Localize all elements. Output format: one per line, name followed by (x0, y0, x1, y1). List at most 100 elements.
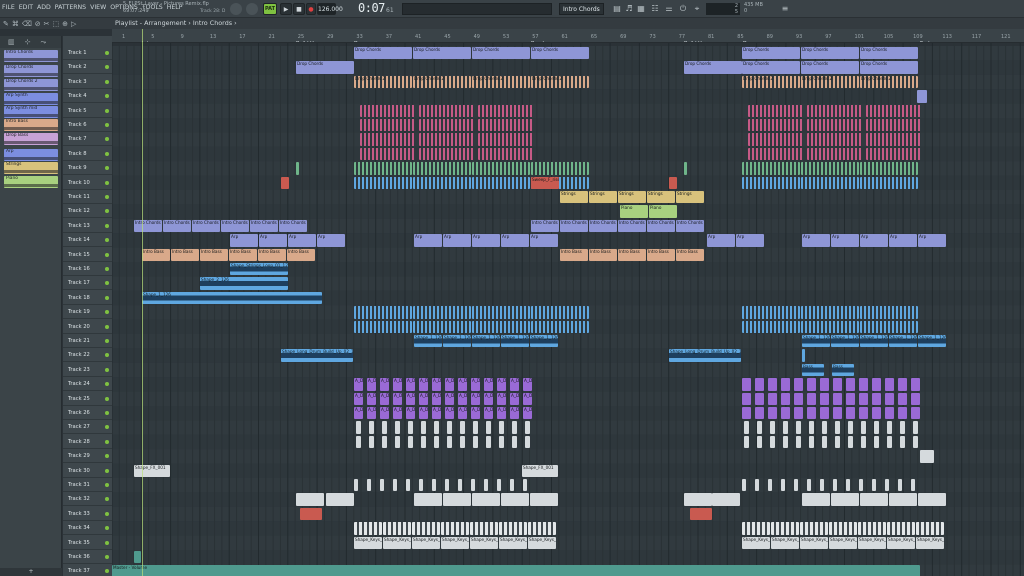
track-header[interactable]: Track 5 (63, 104, 112, 118)
playlist-clip[interactable]: A_D (367, 407, 376, 420)
playlist-clip[interactable]: Drop Chords 2 (413, 75, 471, 89)
playlist-clip[interactable] (414, 493, 442, 506)
playlist-clip[interactable]: Shape_Keys_Loop_01_126 (354, 536, 382, 549)
playlist-clip[interactable]: A_D (484, 378, 493, 391)
playlist-clip[interactable] (473, 435, 478, 449)
playlist-clip[interactable]: Shape_1_126 (443, 335, 471, 348)
playlist-clip[interactable] (525, 421, 530, 434)
playlist-clip[interactable] (472, 320, 530, 333)
playlist-clip[interactable] (802, 349, 805, 362)
picker-clip[interactable]: Drop Chords 2 (4, 79, 58, 91)
picker-clip[interactable]: Drop Chords (4, 65, 58, 77)
playlist-clip[interactable] (848, 435, 853, 449)
delete-tool-icon[interactable]: ⌫ (22, 20, 32, 28)
playlist-clip[interactable]: Intro Bass (200, 248, 228, 261)
playlist-clip[interactable]: Shape_2_126 (200, 277, 288, 290)
playlist-clip[interactable] (360, 104, 415, 117)
mixer-icon[interactable]: ⚌ (664, 3, 674, 15)
playlist-clip[interactable]: Shape_Keys_Loop_01_126 (771, 536, 799, 549)
playlist-clip[interactable] (885, 378, 894, 391)
track-mute-led[interactable] (105, 166, 109, 171)
playlist-clip[interactable] (920, 450, 934, 463)
play-icon[interactable]: ▶ (280, 3, 292, 15)
playlist-clip[interactable] (406, 479, 410, 492)
playlist-clip[interactable]: Drop Chords 2 (860, 75, 918, 89)
playlist-clip[interactable] (859, 407, 868, 420)
playlist-clip[interactable] (835, 421, 840, 434)
track-mute-led[interactable] (105, 252, 109, 257)
playlist-clip[interactable] (395, 435, 400, 449)
playlist-clip[interactable]: A_D (419, 378, 428, 391)
playlist-clip[interactable] (770, 421, 775, 434)
track-header[interactable]: Track 15 (63, 248, 112, 262)
playlist-clip[interactable] (523, 479, 527, 492)
playlist-clip[interactable]: Shape_Keys_Loop_01_126 (742, 536, 770, 549)
playlist-clip[interactable] (530, 493, 558, 506)
pattern-view-icon[interactable]: ▥ (8, 36, 15, 48)
playlist-clip[interactable] (846, 392, 855, 405)
playlist-clip[interactable]: Drop Chords (472, 47, 530, 60)
track-header[interactable]: Track 18 (63, 291, 112, 305)
playlist-clip[interactable] (748, 133, 803, 146)
playlist-clip[interactable]: Shape_1_126 (889, 335, 917, 348)
zoom-tool-icon[interactable]: ⊕ (62, 20, 68, 28)
track-header[interactable]: Track 27 (63, 420, 112, 435)
playlist-clip[interactable]: Drop Chords 2 (801, 75, 859, 89)
playlist-clip[interactable]: Piano (620, 205, 648, 218)
plugin-picker-icon[interactable]: ⏻ (678, 3, 688, 15)
playlist-clip[interactable]: Bass (832, 363, 854, 377)
playlist-clip[interactable] (859, 479, 863, 492)
playlist-clip[interactable]: Intro Chords (134, 219, 162, 233)
playlist-clip[interactable] (434, 435, 439, 449)
piano-roll-icon[interactable]: ♬ (624, 3, 634, 15)
playlist-clip[interactable] (419, 119, 474, 132)
playlist-clip[interactable]: Drop Chords (801, 61, 859, 74)
playlist-clip[interactable]: A_D (458, 407, 467, 420)
playlist-clip[interactable] (801, 306, 859, 319)
playlist-clip[interactable]: Shape_Long_Drum_Build_Up_02_126 (281, 349, 353, 362)
playlist-clip[interactable] (470, 522, 498, 535)
playlist-clip[interactable] (486, 435, 491, 449)
playlist-clip[interactable] (501, 493, 529, 506)
track-mute-led[interactable] (105, 267, 109, 271)
playlist-clip[interactable] (781, 407, 790, 420)
playlist-clip[interactable]: Drop Chords (684, 61, 742, 74)
playlist-clip[interactable]: Shape_1_126 (831, 335, 859, 348)
playlist-clip[interactable] (861, 435, 866, 449)
track-mute-led[interactable] (105, 209, 109, 214)
playlist-clip[interactable] (911, 392, 920, 405)
playlist-clip[interactable] (712, 493, 740, 506)
playlist-clip[interactable]: Strings (560, 191, 588, 204)
playlist-clip[interactable] (472, 493, 500, 506)
playlist-clip[interactable]: Drop Chords (860, 47, 918, 60)
playlist-clip[interactable]: Arp (707, 234, 735, 247)
track-header[interactable]: Track 29 (63, 449, 112, 464)
playlist-clip[interactable]: A_D (523, 392, 532, 405)
track-mute-led[interactable] (105, 411, 109, 415)
playlist-clip[interactable]: Drop Chords (860, 61, 918, 74)
playlist-clip[interactable]: Intro Bass (258, 248, 286, 261)
playlist-clip[interactable]: A_D (497, 378, 506, 391)
playlist-clip[interactable]: A_D (458, 378, 467, 391)
playlist-clip[interactable]: A_D (432, 378, 441, 391)
playlist-clip[interactable] (510, 479, 514, 492)
playlist-clip[interactable] (807, 392, 816, 405)
playlist-icon[interactable]: ▤ (612, 3, 622, 15)
playlist-clip[interactable]: A_D (471, 407, 480, 420)
track-header[interactable]: Track 14 (63, 233, 112, 248)
playlist-clip[interactable] (820, 407, 829, 420)
track-mute-led[interactable] (105, 353, 109, 358)
playlist-clip[interactable]: Shape_Keys_Loop_01_126 (887, 536, 915, 549)
track-header[interactable]: Track 16 (63, 262, 112, 276)
playlist-clip[interactable] (801, 320, 859, 333)
playlist-clip[interactable] (419, 133, 474, 146)
playlist-clip[interactable]: Shape_1_126 (802, 335, 830, 348)
playlist-clip[interactable] (807, 147, 862, 161)
playlist-clip[interactable] (354, 522, 382, 535)
playlist-clip[interactable] (859, 392, 868, 405)
playlist-clip[interactable]: Shape_Keys_Loop_01_126 (441, 536, 469, 549)
playlist-clip[interactable] (801, 162, 859, 175)
picker-clip[interactable]: Intro Bass (4, 119, 58, 131)
playlist-clip[interactable] (917, 90, 927, 103)
track-header[interactable]: Track 25 (63, 392, 112, 406)
